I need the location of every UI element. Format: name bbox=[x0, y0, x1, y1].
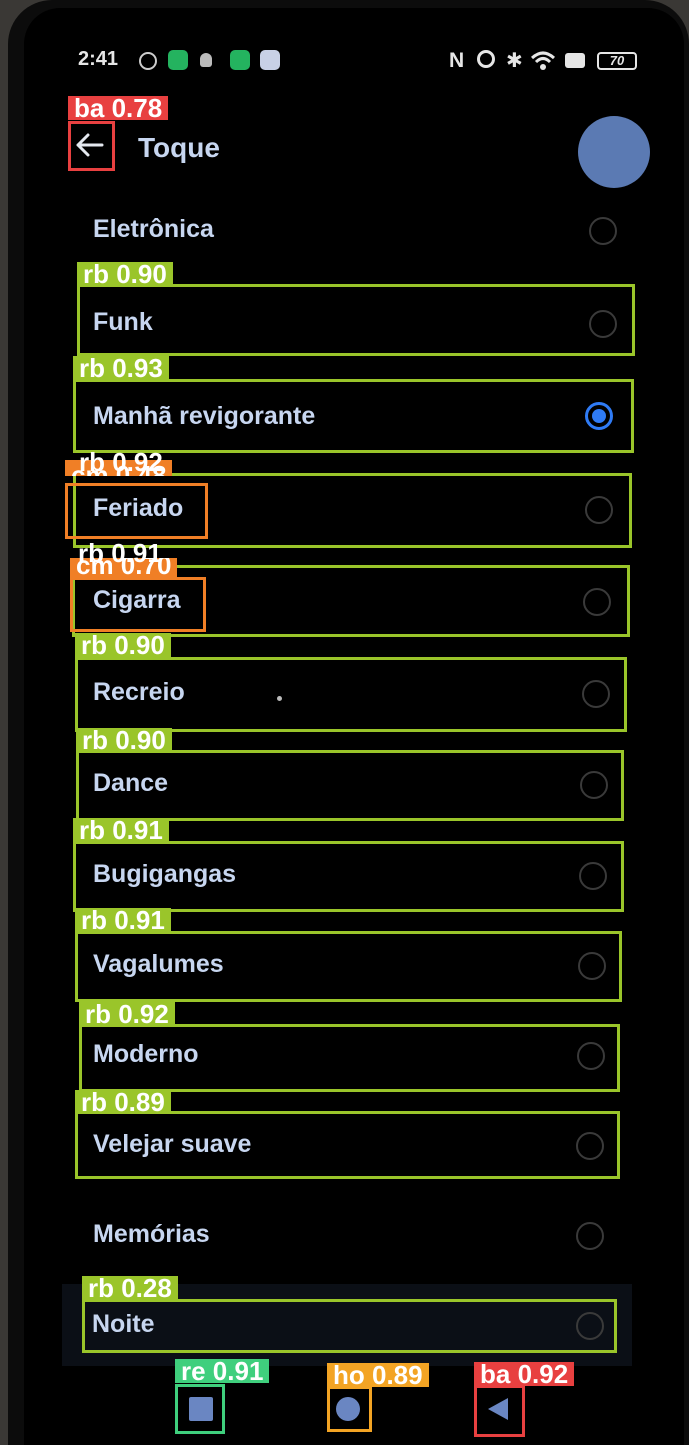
detection-label: re 0.91 bbox=[175, 1358, 270, 1384]
app-notification-icon-2 bbox=[230, 50, 250, 70]
ringtone-item-memorias[interactable]: Memórias bbox=[74, 1206, 654, 1266]
bluetooth-icon: ✱ bbox=[506, 50, 523, 72]
floating-assist-ball[interactable] bbox=[578, 116, 650, 188]
detection-label: rb 0.90 bbox=[76, 727, 172, 753]
detection-box-noite bbox=[82, 1299, 617, 1353]
detection-box-vagalumes bbox=[75, 931, 622, 1002]
detection-label: ho 0.89 bbox=[327, 1362, 429, 1388]
detection-box-dance bbox=[76, 750, 624, 821]
battery-icon: 70 bbox=[597, 52, 637, 70]
detection-box-home bbox=[327, 1386, 372, 1432]
detection-label: rb 0.90 bbox=[75, 632, 171, 658]
detection-box-recents bbox=[175, 1384, 225, 1434]
ringtone-label: Memórias bbox=[93, 1220, 210, 1248]
detection-box-moderno bbox=[79, 1024, 620, 1092]
ringtone-item-eletronica[interactable]: Eletrônica bbox=[74, 203, 654, 263]
detection-box-nav-back bbox=[474, 1385, 525, 1437]
detection-box-feriado-cm bbox=[65, 483, 208, 539]
detection-box-velejar bbox=[75, 1111, 620, 1179]
detection-box-manha bbox=[73, 379, 634, 453]
app-notification-icon bbox=[168, 50, 188, 70]
detection-label: rb 0.89 bbox=[75, 1089, 171, 1115]
detection-label: ba 0.78 bbox=[68, 95, 169, 121]
message-icon bbox=[260, 50, 280, 70]
ringtone-label: Eletrônica bbox=[93, 215, 214, 243]
radio-button[interactable] bbox=[589, 217, 617, 245]
status-time: 2:41 bbox=[78, 48, 119, 70]
wifi-icon bbox=[530, 51, 556, 70]
detection-box-bugigangas bbox=[73, 841, 624, 912]
radio-button[interactable] bbox=[576, 1222, 604, 1250]
nfc-icon: N bbox=[449, 49, 465, 72]
detection-label: rb 0.28 bbox=[82, 1275, 178, 1301]
detection-label: ba 0.92 bbox=[474, 1361, 575, 1387]
no-sim-icon bbox=[565, 53, 585, 68]
detection-label: rb 0.93 bbox=[73, 355, 169, 381]
detection-box-cigarra-cm bbox=[70, 577, 206, 632]
detection-label: rb 0.91 bbox=[73, 817, 169, 843]
detection-box-back bbox=[68, 121, 115, 171]
detection-box-recreio bbox=[75, 657, 627, 732]
detection-label: rb 0.91 bbox=[78, 538, 162, 568]
alarm-icon bbox=[477, 50, 495, 68]
detection-box-funk bbox=[77, 284, 635, 356]
detection-label: rb 0.90 bbox=[77, 261, 173, 287]
vpn-icon bbox=[139, 52, 157, 70]
detection-label: rb 0.92 bbox=[79, 1001, 175, 1027]
detection-label: rb 0.91 bbox=[75, 907, 171, 933]
detection-label: rb 0.92 bbox=[79, 447, 163, 477]
bug-icon bbox=[200, 53, 212, 67]
page-title: Toque bbox=[138, 132, 220, 163]
